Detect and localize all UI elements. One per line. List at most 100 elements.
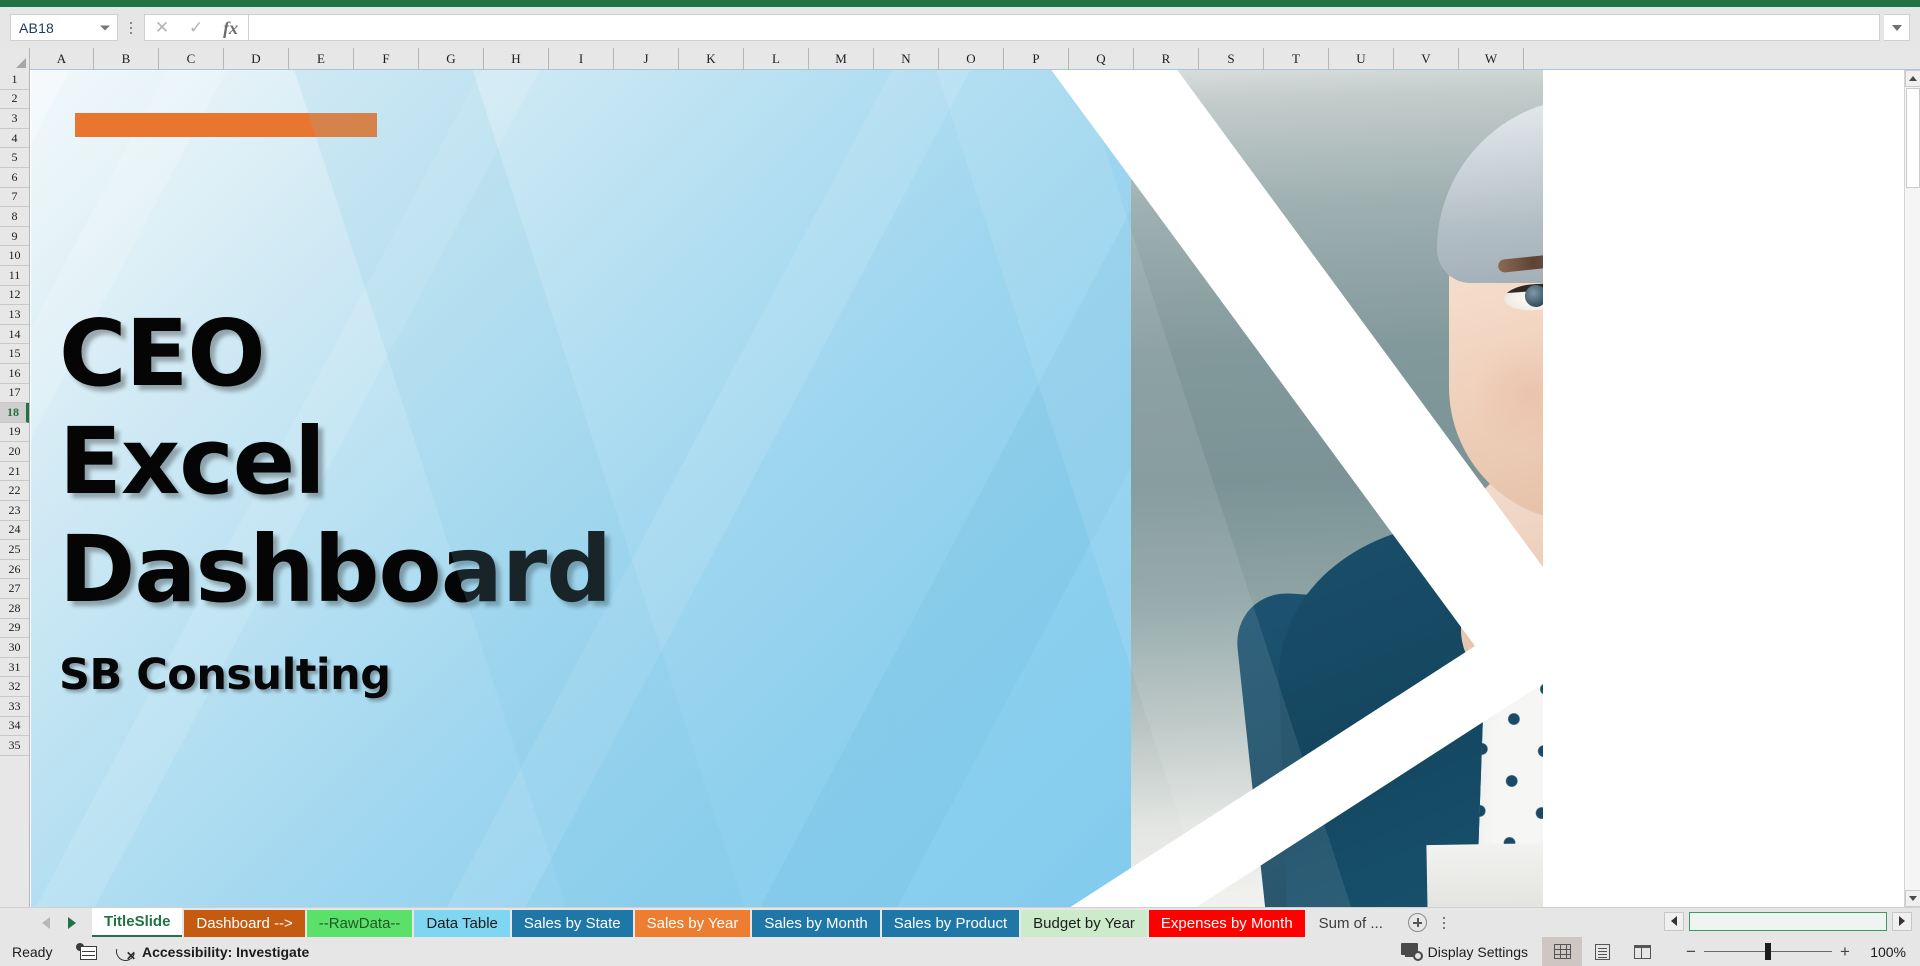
confirm-icon[interactable]: ✓ bbox=[189, 19, 203, 36]
scroll-up-button[interactable] bbox=[1905, 70, 1920, 87]
row-header-14[interactable]: 14 bbox=[0, 324, 29, 345]
worksheet-grid[interactable]: CEO Excel Dashboard SB Consulting bbox=[31, 70, 1904, 907]
column-header-p[interactable]: P bbox=[1004, 48, 1069, 70]
row-header-1[interactable]: 1 bbox=[0, 70, 29, 90]
column-header-f[interactable]: F bbox=[354, 48, 419, 70]
row-header-30[interactable]: 30 bbox=[0, 638, 29, 658]
name-box[interactable]: AB18 bbox=[10, 14, 118, 41]
sheet-tab-expenses-by-month[interactable]: Expenses by Month bbox=[1148, 909, 1305, 938]
row-header-24[interactable]: 24 bbox=[0, 520, 29, 541]
sheet-tab-budget-by-year[interactable]: Budget by Year bbox=[1021, 909, 1147, 938]
sheet-tab-titleslide[interactable]: TitleSlide bbox=[92, 907, 183, 938]
row-header-4[interactable]: 4 bbox=[0, 128, 29, 149]
sheet-tab-sales-by-month[interactable]: Sales by Month bbox=[752, 909, 880, 938]
row-header-25[interactable]: 25 bbox=[0, 540, 29, 560]
scroll-left-button[interactable] bbox=[1664, 911, 1684, 931]
row-header-13[interactable]: 13 bbox=[0, 305, 29, 325]
column-header-r[interactable]: R bbox=[1134, 48, 1199, 70]
row-header-12[interactable]: 12 bbox=[0, 285, 29, 306]
row-header-17[interactable]: 17 bbox=[0, 383, 29, 404]
scroll-down-button[interactable] bbox=[1905, 890, 1920, 907]
row-header-11[interactable]: 11 bbox=[0, 265, 29, 286]
row-header-28[interactable]: 28 bbox=[0, 599, 29, 619]
column-header-j[interactable]: J bbox=[614, 48, 679, 70]
scroll-right-button[interactable] bbox=[1892, 911, 1912, 931]
sheet-tab-sum-of[interactable]: Sum of ... bbox=[1306, 909, 1395, 938]
column-header-k[interactable]: K bbox=[679, 48, 744, 70]
column-header-c[interactable]: C bbox=[159, 48, 224, 70]
row-header-19[interactable]: 19 bbox=[0, 422, 29, 443]
row-header-34[interactable]: 34 bbox=[0, 716, 29, 737]
column-header-b[interactable]: B bbox=[94, 48, 159, 70]
column-header-l[interactable]: L bbox=[744, 48, 809, 70]
column-header-v[interactable]: V bbox=[1394, 48, 1459, 70]
row-header-18[interactable]: 18 bbox=[0, 403, 29, 423]
cancel-icon[interactable]: ✕ bbox=[155, 19, 169, 36]
column-header-h[interactable]: H bbox=[484, 48, 549, 70]
page-layout-view-button[interactable] bbox=[1582, 937, 1622, 966]
row-header-7[interactable]: 7 bbox=[0, 187, 29, 208]
formula-input[interactable] bbox=[249, 14, 1880, 41]
row-header-35[interactable]: 35 bbox=[0, 736, 29, 756]
row-header-16[interactable]: 16 bbox=[0, 363, 29, 384]
row-header-9[interactable]: 9 bbox=[0, 226, 29, 247]
accessibility-status[interactable]: ✕ Accessibility: Investigate bbox=[112, 938, 309, 965]
row-header-33[interactable]: 33 bbox=[0, 697, 29, 717]
sheet-tab-sales-by-year[interactable]: Sales by Year bbox=[634, 909, 751, 938]
column-header-e[interactable]: E bbox=[289, 48, 354, 70]
chevron-down-icon[interactable] bbox=[100, 25, 110, 30]
row-header-15[interactable]: 15 bbox=[0, 344, 29, 364]
normal-view-button[interactable] bbox=[1542, 937, 1582, 966]
column-header-n[interactable]: N bbox=[874, 48, 939, 70]
new-sheet-button[interactable] bbox=[1403, 908, 1433, 938]
row-header-22[interactable]: 22 bbox=[0, 481, 29, 502]
column-header-g[interactable]: G bbox=[419, 48, 484, 70]
macro-record-icon[interactable] bbox=[76, 942, 98, 961]
column-header-w[interactable]: W bbox=[1459, 48, 1524, 70]
row-header-21[interactable]: 21 bbox=[0, 461, 29, 482]
row-header-3[interactable]: 3 bbox=[0, 109, 29, 129]
row-header-29[interactable]: 29 bbox=[0, 618, 29, 639]
row-header-10[interactable]: 10 bbox=[0, 246, 29, 266]
zoom-in-button[interactable]: + bbox=[1832, 942, 1858, 962]
row-header-23[interactable]: 23 bbox=[0, 501, 29, 521]
row-header-2[interactable]: 2 bbox=[0, 89, 29, 110]
previous-sheet-icon[interactable] bbox=[42, 916, 50, 929]
vertical-scroll-thumb[interactable] bbox=[1906, 88, 1920, 188]
function-icon[interactable]: fx bbox=[223, 19, 238, 37]
zoom-slider[interactable] bbox=[1704, 937, 1832, 966]
display-settings-button[interactable]: Display Settings bbox=[1400, 943, 1528, 961]
expand-formula-bar-button[interactable] bbox=[1884, 14, 1910, 41]
column-header-d[interactable]: D bbox=[224, 48, 289, 70]
row-header-6[interactable]: 6 bbox=[0, 167, 29, 188]
vertical-scrollbar[interactable] bbox=[1904, 70, 1920, 907]
column-header-t[interactable]: T bbox=[1264, 48, 1329, 70]
select-all-button[interactable] bbox=[0, 48, 30, 70]
row-header-26[interactable]: 26 bbox=[0, 559, 29, 580]
column-header-i[interactable]: I bbox=[549, 48, 614, 70]
sheet-tab-rawdata[interactable]: --RawData-- bbox=[306, 909, 413, 938]
column-header-m[interactable]: M bbox=[809, 48, 874, 70]
row-header-31[interactable]: 31 bbox=[0, 657, 29, 678]
formula-bar-overflow-icon[interactable] bbox=[118, 14, 144, 41]
next-sheet-icon[interactable] bbox=[68, 916, 76, 929]
zoom-slider-thumb[interactable] bbox=[1765, 943, 1771, 960]
column-header-o[interactable]: O bbox=[939, 48, 1004, 70]
sheet-tab-overflow-icon[interactable] bbox=[1433, 908, 1455, 938]
column-header-s[interactable]: S bbox=[1199, 48, 1264, 70]
horizontal-scrollbar[interactable] bbox=[1664, 911, 1912, 931]
column-header-u[interactable]: U bbox=[1329, 48, 1394, 70]
horizontal-scroll-thumb[interactable] bbox=[1689, 911, 1887, 931]
zoom-out-button[interactable]: − bbox=[1678, 942, 1704, 962]
column-header-q[interactable]: Q bbox=[1069, 48, 1134, 70]
row-header-5[interactable]: 5 bbox=[0, 148, 29, 168]
column-header-a[interactable]: A bbox=[30, 48, 94, 70]
sheet-tab-sales-by-product[interactable]: Sales by Product bbox=[881, 909, 1020, 938]
sheet-tab-sales-by-state[interactable]: Sales by State bbox=[511, 909, 633, 938]
page-break-preview-button[interactable] bbox=[1622, 937, 1662, 966]
sheet-tab-data-table[interactable]: Data Table bbox=[414, 909, 510, 938]
row-header-8[interactable]: 8 bbox=[0, 207, 29, 227]
row-header-20[interactable]: 20 bbox=[0, 442, 29, 462]
zoom-level-label[interactable]: 100% bbox=[1858, 944, 1920, 960]
row-header-27[interactable]: 27 bbox=[0, 579, 29, 600]
